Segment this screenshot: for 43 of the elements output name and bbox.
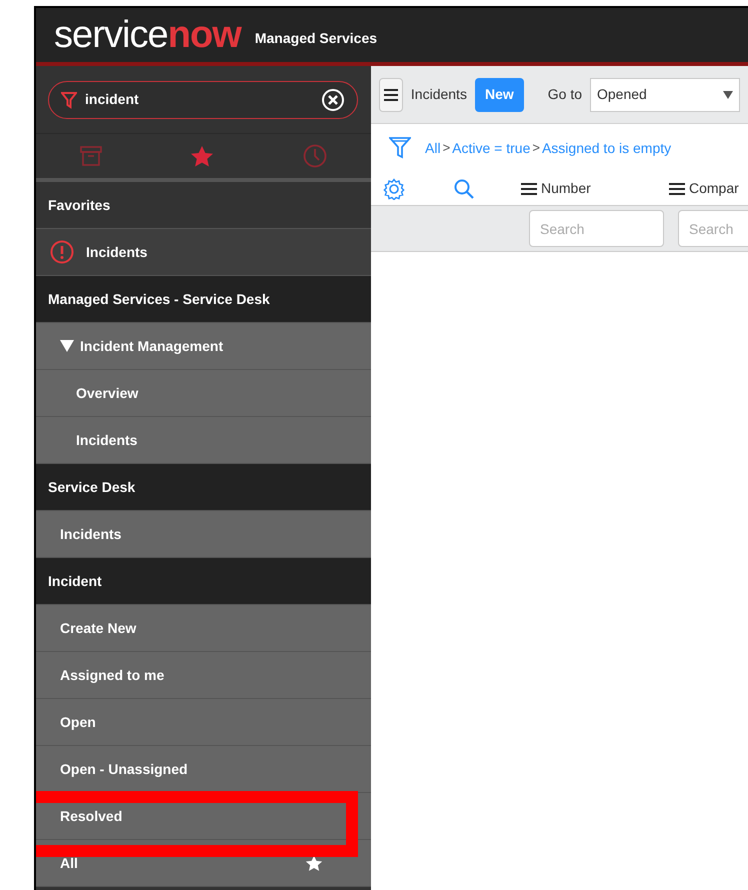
breadcrumb-separator: > — [442, 139, 450, 158]
column-header[interactable]: Compar — [669, 178, 748, 199]
settings-icon[interactable] — [383, 178, 405, 200]
list-icon — [669, 182, 685, 194]
navigator-item[interactable]: Assigned to me — [36, 652, 371, 699]
menu-button[interactable] — [379, 78, 403, 112]
breadcrumb-link[interactable]: All — [425, 138, 441, 158]
archive-icon — [80, 146, 102, 166]
menu-icon — [384, 88, 398, 100]
alert-icon — [50, 240, 74, 264]
section-header: Service Desk — [36, 464, 371, 511]
navigator-item[interactable]: Incidents — [36, 417, 371, 464]
breadcrumb-link[interactable]: Assigned to is empty — [542, 138, 672, 158]
filter-field[interactable]: incident — [48, 80, 358, 118]
clear-icon[interactable] — [321, 88, 345, 112]
star-icon — [190, 144, 214, 168]
list-title: Incidents — [410, 85, 467, 104]
goto-select[interactable]: Opened — [590, 78, 740, 112]
dropdown-icon — [723, 90, 733, 98]
section-header: Managed Services - Service Desk — [36, 276, 371, 323]
star-icon[interactable] — [305, 854, 323, 872]
navigator-item[interactable]: Open - Unassigned — [36, 746, 371, 793]
goto-label: Go to — [548, 85, 582, 104]
navigator-item[interactable]: Open — [36, 699, 371, 746]
list-icon — [521, 182, 537, 194]
new-button[interactable]: New — [474, 78, 524, 112]
navigator-item[interactable]: Incident Management — [36, 323, 371, 370]
search-field[interactable]: Search — [529, 210, 664, 247]
navigator-item[interactable]: Incidents — [36, 229, 371, 276]
column-header[interactable]: Number — [521, 178, 631, 199]
breadcrumb-separator: > — [532, 139, 540, 158]
search-icon[interactable] — [453, 178, 475, 200]
app-title: Managed Services — [254, 28, 378, 48]
search-field[interactable]: Search — [678, 210, 748, 247]
navigator-item[interactable]: Incidents — [36, 511, 371, 558]
section-header: Incident — [36, 558, 371, 605]
logo: servicenow — [54, 16, 241, 54]
filter-icon — [61, 90, 77, 108]
filter-icon[interactable] — [389, 136, 411, 160]
breadcrumb-link[interactable]: Active = true — [452, 138, 530, 158]
clock-icon — [302, 144, 327, 168]
navigator-item[interactable]: Overview — [36, 370, 371, 417]
navigator-item[interactable]: Create New — [36, 605, 371, 652]
